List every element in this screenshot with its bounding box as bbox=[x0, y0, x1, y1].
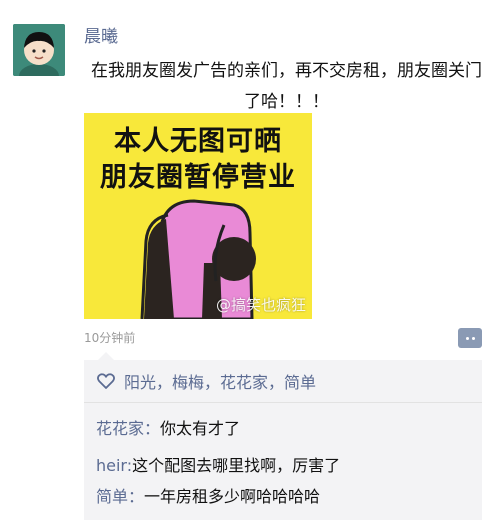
post-timestamp: 10分钟前 bbox=[84, 331, 136, 345]
user-avatar[interactable] bbox=[13, 24, 65, 76]
comment-text: 一年房租多少啊哈哈哈哈 bbox=[144, 487, 321, 506]
image-watermark: @搞笑也疯狂 bbox=[215, 296, 306, 314]
comment-text: 这个配图去哪里找啊，厉害了 bbox=[132, 456, 341, 475]
interaction-box-caret bbox=[98, 352, 114, 360]
post-author-name[interactable]: 晨曦 bbox=[84, 22, 118, 47]
comment-menu-button[interactable] bbox=[458, 328, 482, 348]
comment-author[interactable]: heir: bbox=[96, 456, 132, 475]
heart-outline-icon bbox=[97, 373, 115, 389]
comment-item[interactable]: heir:这个配图去哪里找啊，厉害了 bbox=[96, 452, 340, 476]
comment-text: 你太有才了 bbox=[160, 419, 241, 438]
comment-author[interactable]: 花花家： bbox=[96, 419, 160, 438]
likes-row: 阳光，梅梅，花花家，简单 bbox=[84, 360, 482, 403]
likes-names[interactable]: 阳光，梅梅，花花家，简单 bbox=[124, 369, 316, 393]
dot-icon bbox=[471, 336, 475, 340]
comment-item[interactable]: 花花家：你太有才了 bbox=[96, 415, 240, 439]
comment-author[interactable]: 简单： bbox=[96, 487, 144, 506]
comment-item[interactable]: 简单：一年房租多少啊哈哈哈哈 bbox=[96, 483, 320, 507]
bowing-figure-illustration bbox=[140, 199, 256, 319]
post-image[interactable]: 本人无图可晒 朋友圈暂停营业 @搞笑也疯狂 bbox=[84, 113, 312, 319]
dot-icon bbox=[465, 336, 469, 340]
avatar-portrait-icon bbox=[13, 24, 65, 76]
likes-comments-panel: 阳光，梅梅，花花家，简单 花花家：你太有才了 heir:这个配图去哪里找啊，厉害… bbox=[84, 360, 482, 520]
post-text: 在我朋友圈发广告的亲们，再不交房租，朋友圈关门了哈！！！ bbox=[91, 61, 482, 112]
